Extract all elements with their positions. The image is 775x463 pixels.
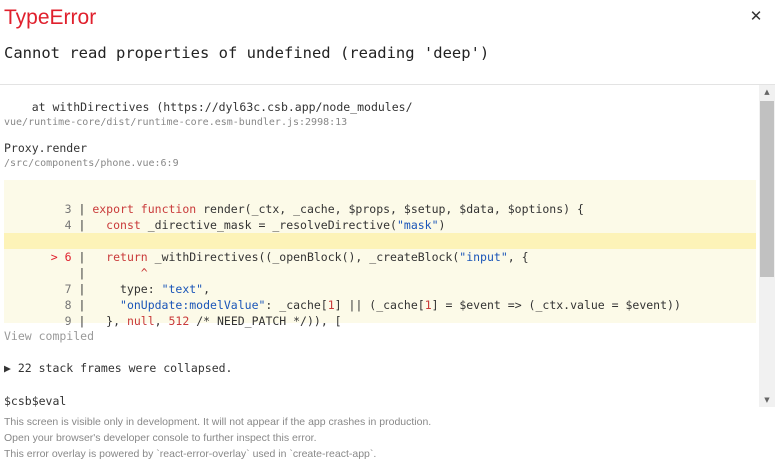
stack-frame-call: at withDirectives (https://dyl63c.csb.ap… bbox=[4, 100, 413, 114]
code-line: 7 | type: "text", bbox=[64, 282, 211, 296]
error-message: Cannot read properties of undefined (rea… bbox=[4, 44, 490, 62]
code-line: 5 | bbox=[4, 217, 86, 248]
footer-line: Open your browser's developer console to… bbox=[4, 432, 317, 444]
scroll-up-icon[interactable]: ▲ bbox=[759, 85, 775, 99]
code-line: 3 | export function render(_ctx, _cache,… bbox=[64, 202, 584, 216]
code-line-caret: | ^ bbox=[71, 266, 148, 280]
close-icon[interactable]: ✕ bbox=[746, 6, 766, 26]
stack-frame-call: $csb$eval bbox=[4, 394, 67, 407]
collapsed-frames-toggle[interactable]: ▶ 22 stack frames were collapsed. bbox=[4, 361, 232, 375]
stack-trace-panel[interactable]: at withDirectives (https://dyl63c.csb.ap… bbox=[0, 85, 759, 407]
view-compiled-link[interactable]: View compiled bbox=[4, 329, 94, 343]
footer-line: This screen is visible only in developme… bbox=[4, 416, 432, 428]
error-type-title: TypeError bbox=[4, 6, 97, 29]
stack-frame-call: Proxy.render bbox=[4, 141, 88, 155]
scrollbar-thumb[interactable] bbox=[760, 101, 774, 277]
code-line-highlighted: > 6 | return _withDirectives((_openBlock… bbox=[4, 233, 756, 264]
code-line: 8 | "onUpdate:modelValue": _cache[1] || … bbox=[64, 298, 681, 312]
code-line: 4 | const _directive_mask = _resolveDire… bbox=[64, 218, 446, 232]
scroll-down-icon[interactable]: ▼ bbox=[759, 393, 775, 407]
code-line: 9 | }, null, 512 /* NEED_PATCH */)), [ bbox=[64, 314, 342, 328]
stack-frame-file[interactable]: vue/runtime-core/dist/runtime-core.esm-b… bbox=[4, 116, 347, 130]
footer-line: This error overlay is powered by `react-… bbox=[4, 448, 377, 460]
vertical-scrollbar[interactable]: ▲ ▼ bbox=[759, 85, 775, 407]
stack-frame-file[interactable]: /src/components/phone.vue:6:9 bbox=[4, 157, 179, 171]
overlay-footer: This screen is visible only in developme… bbox=[4, 414, 431, 462]
code-snippet: 3 | export function render(_ctx, _cache,… bbox=[4, 180, 756, 328]
